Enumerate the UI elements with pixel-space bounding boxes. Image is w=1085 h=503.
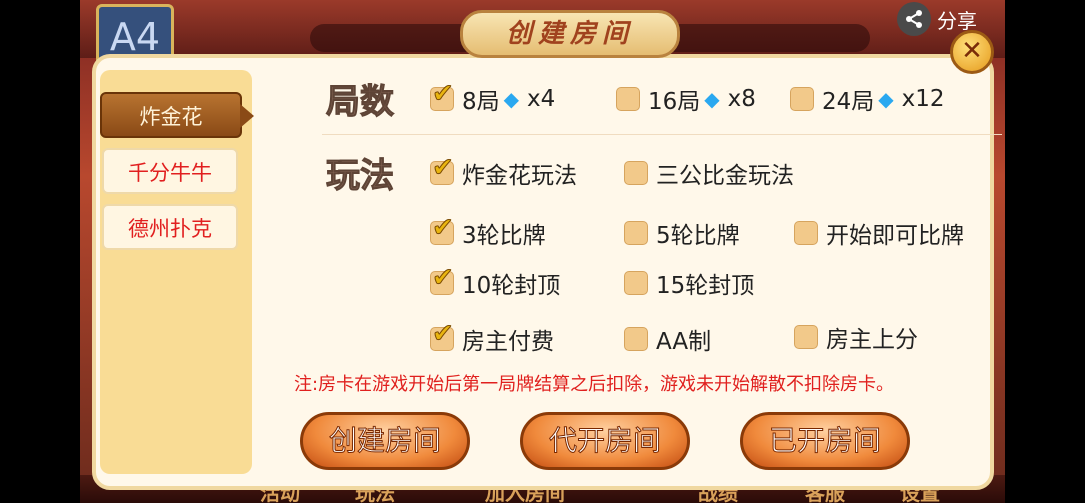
cost-label: x12 — [901, 86, 945, 112]
pay-host[interactable]: 房主付费 — [430, 319, 554, 356]
proxy-room-button[interactable]: 代开房间 — [520, 412, 690, 470]
checkbox[interactable] — [624, 327, 648, 351]
option-label: 房主付费 — [462, 329, 554, 355]
option-label: 10轮封顶 — [462, 273, 561, 299]
cost-label: x4 — [527, 86, 556, 112]
checkbox[interactable] — [624, 161, 648, 185]
checkbox[interactable] — [430, 213, 454, 245]
tab-qianfen-niuniu[interactable]: 千分牛牛 — [102, 148, 238, 194]
option-label: 3轮比牌 — [462, 223, 546, 249]
cap-10[interactable]: 10轮封顶 — [430, 263, 561, 300]
create-room-dialog: 炸金花 千分牛牛 德州扑克 局数 8局 ◆ x4 16局 ◆ x8 24局 ◆ … — [92, 54, 1002, 490]
pay-aa[interactable]: AA制 — [624, 322, 711, 356]
rounds-option-16[interactable]: 16局 ◆ x8 — [616, 82, 756, 116]
tab-zhajinhua[interactable]: 炸金花 — [100, 92, 254, 138]
room-card-notice: 注:房卡在游戏开始后第一局牌结算之后扣除，游戏未开始解散不扣除房卡。 — [294, 374, 895, 395]
diamond-icon: ◆ — [878, 87, 894, 111]
rounds-label: 局数 — [326, 82, 395, 123]
checkbox[interactable] — [430, 319, 454, 351]
checkbox[interactable] — [794, 325, 818, 349]
checkbox[interactable] — [616, 87, 640, 111]
rounds-option-8[interactable]: 8局 ◆ x4 — [430, 79, 556, 116]
checkbox[interactable] — [624, 221, 648, 245]
dialog-title: 创建房间 — [505, 19, 634, 49]
checkbox[interactable] — [430, 153, 454, 185]
game-type-tabs: 炸金花 千分牛牛 德州扑克 — [100, 70, 254, 474]
option-label: 开始即可比牌 — [826, 223, 964, 249]
diamond-icon: ◆ — [503, 87, 520, 111]
checkbox[interactable] — [794, 221, 818, 245]
compare-3[interactable]: 3轮比牌 — [430, 213, 546, 250]
option-label: AA制 — [656, 329, 712, 355]
rounds-option-24[interactable]: 24局 ◆ x12 — [790, 82, 945, 116]
cost-label: x8 — [727, 86, 756, 112]
checkbox[interactable] — [790, 87, 814, 111]
create-room-button[interactable]: 创建房间 — [300, 412, 470, 470]
option-label: 炸金花玩法 — [462, 163, 577, 189]
mode-zhajinhua[interactable]: 炸金花玩法 — [430, 153, 577, 190]
pay-host-points[interactable]: 房主上分 — [794, 320, 918, 354]
cap-15[interactable]: 15轮封顶 — [624, 266, 754, 300]
mode-sangong[interactable]: 三公比金玩法 — [624, 156, 794, 190]
compare-5[interactable]: 5轮比牌 — [624, 216, 740, 250]
tab-texas-poker[interactable]: 德州扑克 — [102, 204, 238, 250]
divider — [322, 134, 1002, 135]
option-label: 5轮比牌 — [656, 223, 740, 249]
close-icon: ✕ — [961, 36, 983, 66]
option-label: 三公比金玩法 — [656, 163, 794, 189]
dialog-title-plate: 创建房间 — [460, 10, 680, 58]
option-label: 房主上分 — [826, 327, 918, 353]
checkbox[interactable] — [430, 79, 454, 111]
option-label: 24局 — [822, 89, 875, 115]
opened-rooms-button[interactable]: 已开房间 — [740, 412, 910, 470]
share-icon — [897, 2, 931, 36]
diamond-icon: ◆ — [704, 87, 720, 111]
rules-label: 玩法 — [326, 156, 395, 197]
checkbox[interactable] — [430, 263, 454, 295]
option-label: 15轮封顶 — [656, 273, 755, 299]
checkbox[interactable] — [624, 271, 648, 295]
compare-anytime[interactable]: 开始即可比牌 — [794, 216, 964, 250]
option-label: 16局 — [648, 89, 701, 115]
game-lobby-backdrop: A4 分享 活动 玩法 加入房间 战绩 客服 设置 炸金花 千分牛牛 德州扑克 … — [80, 0, 1005, 503]
close-button[interactable]: ✕ — [950, 30, 994, 74]
option-label: 8局 — [462, 89, 500, 115]
